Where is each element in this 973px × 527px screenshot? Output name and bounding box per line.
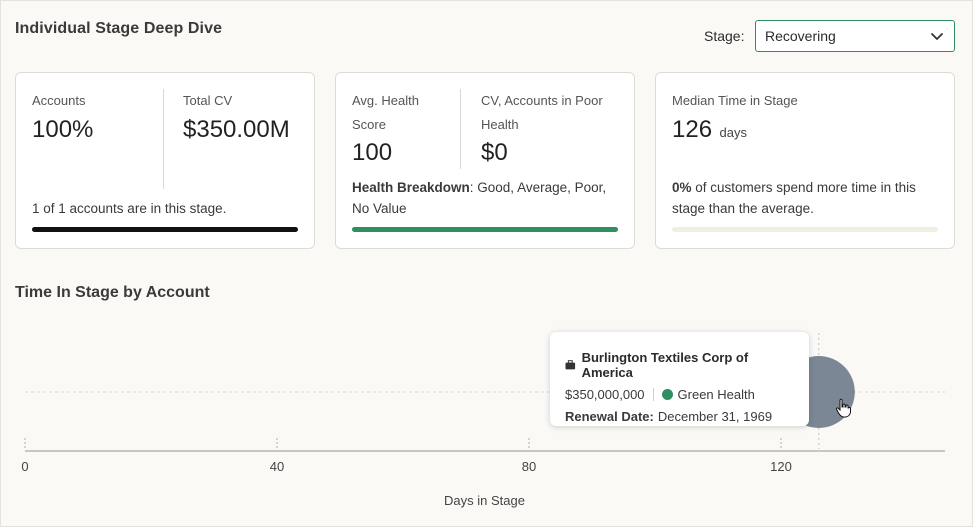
- divider: [163, 89, 164, 189]
- tooltip-account-name: Burlington Textiles Corp of America: [565, 350, 794, 380]
- time-progress-track: [672, 227, 938, 232]
- chevron-down-icon: [931, 33, 943, 40]
- avg-health-value: 100: [352, 139, 393, 166]
- health-progress-fill: [352, 227, 618, 232]
- briefcase-icon: [565, 360, 576, 370]
- chart-title: Time In Stage by Account: [15, 284, 210, 301]
- x-tick-label: 0: [21, 459, 29, 474]
- avg-health-label: Avg. Health Score: [352, 93, 419, 132]
- health-progress-track: [352, 227, 618, 232]
- poor-health-cv-label: CV, Accounts in Poor Health: [481, 93, 603, 132]
- stage-label: Stage:: [704, 28, 745, 44]
- stage-select[interactable]: Recovering: [755, 20, 955, 52]
- x-tick-label: 120: [770, 459, 792, 474]
- health-card: Avg. Health Score 100 CV, Accounts in Po…: [335, 72, 635, 249]
- stage-select-value: Recovering: [765, 28, 836, 44]
- hand-cursor-icon: [835, 398, 851, 418]
- tooltip-renewal: Renewal Date: December 31, 1969: [565, 409, 773, 424]
- time-note: 0% of customers spend more time in this …: [672, 180, 916, 216]
- accounts-note: 1 of 1 accounts are in this stage.: [32, 201, 227, 216]
- accounts-value: 100%: [32, 116, 94, 143]
- tooltip-health: Green Health: [677, 387, 755, 402]
- total-cv-value: $350.00M: [183, 116, 290, 143]
- accounts-progress-track: [32, 227, 298, 232]
- x-tick-label: 80: [521, 459, 537, 474]
- median-time-value: 126 days: [672, 116, 747, 143]
- tooltip-details: $350,000,000 Green Health: [565, 387, 794, 402]
- time-in-stage-card: Median Time in Stage 126 days 0% of cust…: [655, 72, 955, 249]
- divider: [652, 388, 654, 401]
- accounts-label: Accounts: [32, 93, 86, 108]
- health-breakdown: Health Breakdown: Good, Average, Poor, N…: [352, 180, 607, 216]
- accounts-progress-fill: [32, 227, 298, 232]
- tooltip-amount: $350,000,000: [565, 387, 645, 402]
- accounts-card: Accounts 100% Total CV $350.00M 1 of 1 a…: [15, 72, 315, 249]
- x-axis-title: Days in Stage: [444, 493, 525, 508]
- account-tooltip: Burlington Textiles Corp of America $350…: [550, 332, 809, 426]
- page-title: Individual Stage Deep Dive: [15, 20, 223, 37]
- time-in-stage-chart: [24, 333, 945, 452]
- poor-health-cv-value: $0: [481, 139, 508, 166]
- median-time-label: Median Time in Stage: [672, 93, 798, 108]
- divider: [460, 89, 461, 169]
- total-cv-label: Total CV: [183, 93, 233, 108]
- health-status-icon: [661, 389, 673, 400]
- x-tick-label: 40: [269, 459, 285, 474]
- stage-deep-dive-panel: Individual Stage Deep Dive Stage: Recove…: [0, 0, 973, 527]
